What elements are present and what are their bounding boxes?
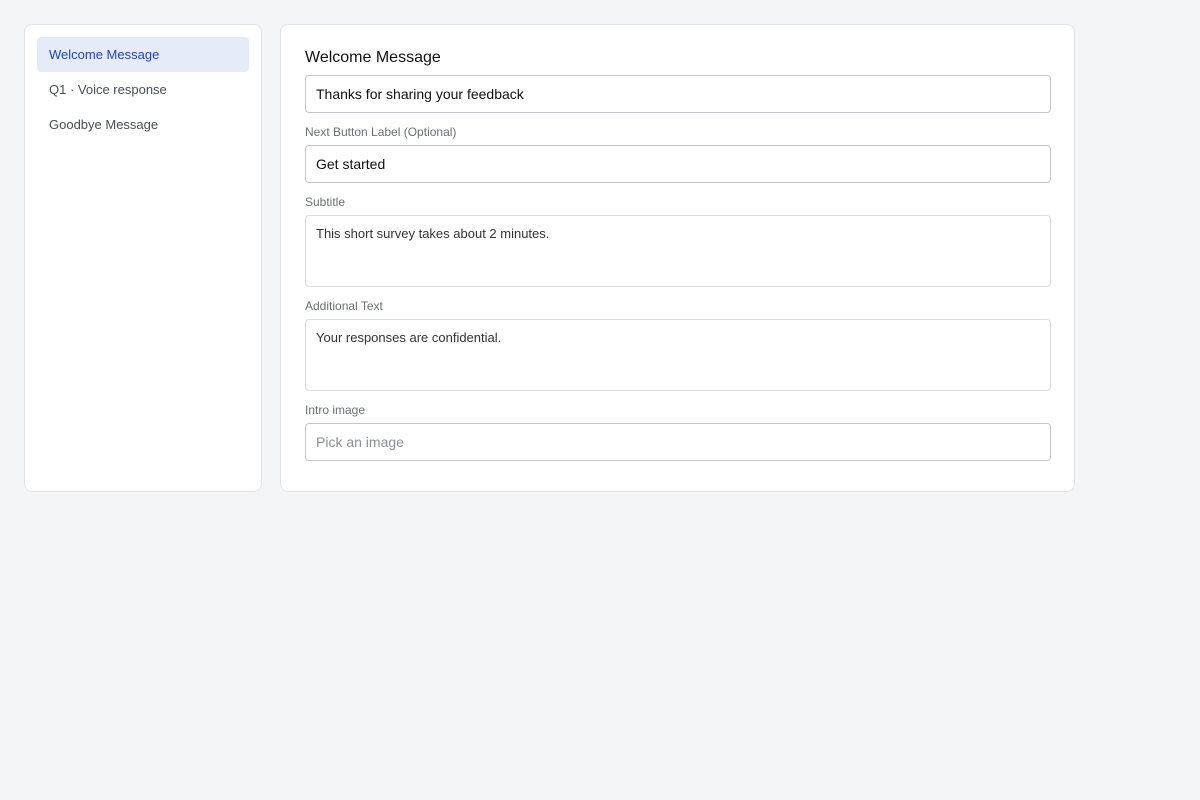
welcome-message-editor: Welcome Message Next Button Label (Optio… [280,24,1075,492]
sidebar-item-goodbye-message[interactable]: Goodbye Message [37,107,249,142]
next-button-label-label: Next Button Label (Optional) [305,125,457,139]
sidebar-item-welcome-message[interactable]: Welcome Message [37,37,249,72]
sidebar-item-q1-voice-response[interactable]: Q1 · Voice response [37,72,249,107]
additional-text-label: Additional Text [305,299,383,313]
subtitle-textarea[interactable]: This short survey takes about 2 minutes. [305,215,1051,287]
welcome-title-input[interactable] [305,75,1051,113]
subtitle-label: Subtitle [305,195,346,209]
next-button-label-input[interactable] [305,145,1051,183]
panel-title: Welcome Message [305,49,441,66]
additional-text-textarea[interactable]: Your responses are confidential. [305,319,1051,391]
question-sidebar: Welcome Message Q1 · Voice response Good… [24,24,262,492]
intro-image-label: Intro image [305,403,366,417]
intro-image-picker-input[interactable] [305,423,1051,461]
